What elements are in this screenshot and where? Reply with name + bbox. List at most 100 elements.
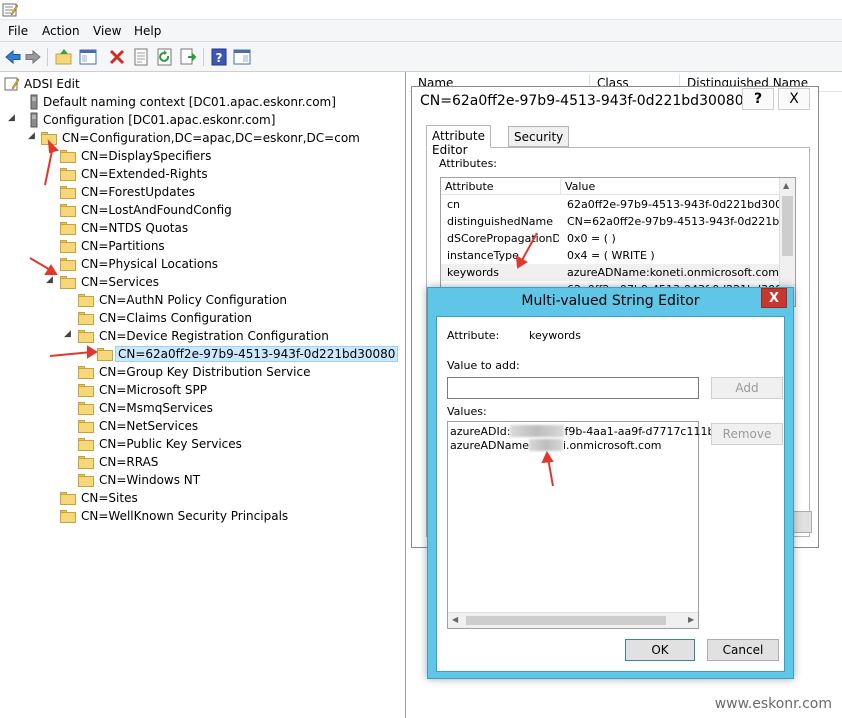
tree-item-cn-62a0ff2e-selected[interactable]: CN=62a0ff2e-97b9-4513-943f-0d221bd30080	[97, 346, 399, 364]
delete-icon[interactable]	[108, 48, 126, 66]
adsi-edit-app-icon	[2, 3, 18, 17]
tree-item-cn-lostandfoundconfig[interactable]: CN=LostAndFoundConfig	[58, 202, 398, 220]
tree-item-cn-microsoft-spp[interactable]: CN=Microsoft SPP	[78, 382, 398, 400]
grid-cell-value: CN=62a0ff2e-97b9-4513-943f-0d221bd3008	[567, 215, 779, 228]
cancel-button[interactable]: Cancel	[707, 639, 779, 661]
tree-item-cn-configuration[interactable]: ◢ CN=Configuration,DC=apac,DC=eskonr,DC=…	[28, 130, 398, 148]
list-item[interactable]: azureADName i.onmicrosoft.com	[450, 439, 662, 452]
editor-close-button[interactable]: X	[761, 288, 787, 308]
grid-row-keywords[interactable]: keywords azureADName:koneti.onmicrosoft.…	[441, 264, 779, 281]
tree-item-cn-claims-configuration[interactable]: CN=Claims Configuration	[78, 310, 398, 328]
grid-row[interactable]: dSCorePropagationD... 0x0 = ( )	[441, 230, 779, 247]
tree-label: CN=Extended-Rights	[81, 167, 208, 181]
collapse-triangle-icon[interactable]: ◢	[8, 113, 18, 123]
tree-item-cn-rras[interactable]: CN=RRAS	[78, 454, 398, 472]
tree-item-configuration[interactable]: ◢ Configuration [DC01.apac.eskonr.com]	[8, 112, 388, 130]
value-to-add-input[interactable]	[447, 377, 699, 399]
attributes-label: Attributes:	[439, 157, 498, 170]
value-suffix: f9b-4aa1-aa9f-d7717c111b0	[564, 425, 722, 438]
collapse-triangle-icon[interactable]: ◢	[28, 131, 38, 141]
back-arrow-icon[interactable]	[4, 48, 22, 66]
grid-row[interactable]: instanceType 0x4 = ( WRITE )	[441, 247, 779, 264]
tree-label: CN=Sites	[81, 491, 138, 505]
grid-cell-attribute: keywords	[447, 266, 500, 279]
tree-item-cn-group-key-distribution-service[interactable]: CN=Group Key Distribution Service	[78, 364, 398, 382]
tree-item-cn-authn-policy-configuration[interactable]: CN=AuthN Policy Configuration	[78, 292, 398, 310]
tree-label: CN=Physical Locations	[81, 257, 219, 271]
up-folder-icon[interactable]	[55, 48, 73, 66]
remove-button[interactable]: Remove	[711, 423, 783, 445]
tree-label: CN=Partitions	[81, 239, 165, 253]
tree-item-cn-device-registration-configuration[interactable]: ◢ CN=Device Registration Configuration	[64, 328, 398, 346]
grid-header-attribute[interactable]: Attribute	[441, 178, 561, 195]
export-list-icon[interactable]	[180, 48, 198, 66]
tab-attribute-editor[interactable]: Attribute Editor	[426, 125, 491, 157]
menu-bar: File Action View Help	[0, 20, 842, 42]
tree-label: CN=AuthN Policy Configuration	[99, 293, 288, 307]
collapse-triangle-icon[interactable]: ◢	[46, 275, 56, 285]
folder-icon	[78, 420, 94, 433]
partial-hidden-button[interactable]	[792, 511, 812, 533]
tree-label: CN=Group Key Distribution Service	[99, 365, 311, 379]
tree-label: CN=RRAS	[99, 455, 159, 469]
tree-label: CN=Services	[81, 275, 160, 289]
tab-security[interactable]: Security	[508, 126, 570, 147]
tree-item-cn-ntds-quotas[interactable]: CN=NTDS Quotas	[58, 220, 398, 238]
tree-label: CN=Claims Configuration	[99, 311, 252, 325]
grid-cell-attribute: distinguishedName	[447, 215, 554, 228]
show-hide-tree-icon[interactable]	[79, 48, 97, 66]
tree-item-default-naming-context[interactable]: Default naming context [DC01.apac.eskonr…	[8, 94, 388, 112]
tree-item-cn-forestupdates[interactable]: CN=ForestUpdates	[58, 184, 398, 202]
menu-action[interactable]: Action	[42, 24, 80, 38]
tree-label: CN=Public Key Services	[99, 437, 242, 451]
tree-item-cn-public-key-services[interactable]: CN=Public Key Services	[78, 436, 398, 454]
svg-text:?: ?	[216, 51, 223, 65]
grid-cell-attribute: dSCorePropagationD...	[447, 232, 559, 245]
tree-root[interactable]: ADSI Edit	[4, 76, 384, 94]
grid-row[interactable]: distinguishedName CN=62a0ff2e-97b9-4513-…	[441, 213, 779, 230]
tree-item-cn-extended-rights[interactable]: CN=Extended-Rights	[58, 166, 398, 184]
menu-view[interactable]: View	[93, 24, 121, 38]
ok-button[interactable]: OK	[625, 639, 695, 661]
values-list[interactable]: azureADId: f9b-4aa1-aa9f-d7717c111b0 azur…	[447, 421, 721, 629]
show-action-pane-icon[interactable]	[233, 48, 251, 66]
refresh-icon[interactable]	[156, 48, 174, 66]
folder-icon	[78, 438, 94, 451]
tree-item-cn-physical-locations[interactable]: CN=Physical Locations	[58, 256, 398, 274]
list-item[interactable]: azureADId: f9b-4aa1-aa9f-d7717c111b0	[450, 425, 721, 438]
collapse-triangle-icon[interactable]: ◢	[64, 329, 74, 339]
menu-help[interactable]: Help	[134, 24, 161, 38]
redacted-text	[528, 439, 563, 451]
values-label: Values:	[447, 405, 487, 418]
tree-item-cn-services[interactable]: ◢ CN=Services	[46, 274, 396, 292]
tree-item-cn-netservices[interactable]: CN=NetServices	[78, 418, 398, 436]
value-suffix: i.onmicrosoft.com	[562, 439, 662, 452]
tree-label: CN=Device Registration Configuration	[99, 329, 329, 343]
folder-icon	[41, 132, 57, 145]
menu-file[interactable]: File	[8, 24, 28, 38]
tree-item-cn-windows-nt[interactable]: CN=Windows NT	[78, 472, 398, 490]
folder-icon	[60, 276, 76, 289]
values-horizontal-scrollbar[interactable]: ◀ ▶	[448, 612, 698, 628]
tree-item-cn-partitions[interactable]: CN=Partitions	[58, 238, 398, 256]
close-button[interactable]: X	[778, 88, 810, 110]
tree-item-cn-msmqservices[interactable]: CN=MsmqServices	[78, 400, 398, 418]
grid-row[interactable]: cn 62a0ff2e-97b9-4513-943f-0d221bd30080	[441, 196, 779, 213]
tree-item-cn-sites[interactable]: CN=Sites	[58, 490, 398, 508]
tree-label: CN=62a0ff2e-97b9-4513-943f-0d221bd30080	[115, 346, 399, 362]
grid-cell-value: 62a0ff2e-97b9-4513-943f-0d221bd30080	[567, 198, 779, 211]
add-button[interactable]: Add	[711, 377, 783, 399]
folder-icon	[60, 222, 76, 235]
help-icon[interactable]: ?	[210, 48, 228, 66]
help-button[interactable]: ?	[742, 88, 774, 110]
folder-icon	[60, 258, 76, 271]
properties-icon[interactable]	[132, 48, 150, 66]
folder-icon	[60, 168, 76, 181]
tree-item-cn-wellknown-security-principals[interactable]: CN=WellKnown Security Principals	[58, 508, 398, 526]
attribute-value: keywords	[529, 329, 582, 342]
tree-label: CN=Windows NT	[99, 473, 201, 487]
grid-header-value[interactable]: Value	[561, 178, 779, 195]
tree-item-cn-displayspecifiers[interactable]: CN=DisplaySpecifiers	[58, 148, 398, 166]
watermark: www.eskonr.com	[714, 696, 832, 712]
forward-arrow-icon[interactable]	[24, 48, 42, 66]
